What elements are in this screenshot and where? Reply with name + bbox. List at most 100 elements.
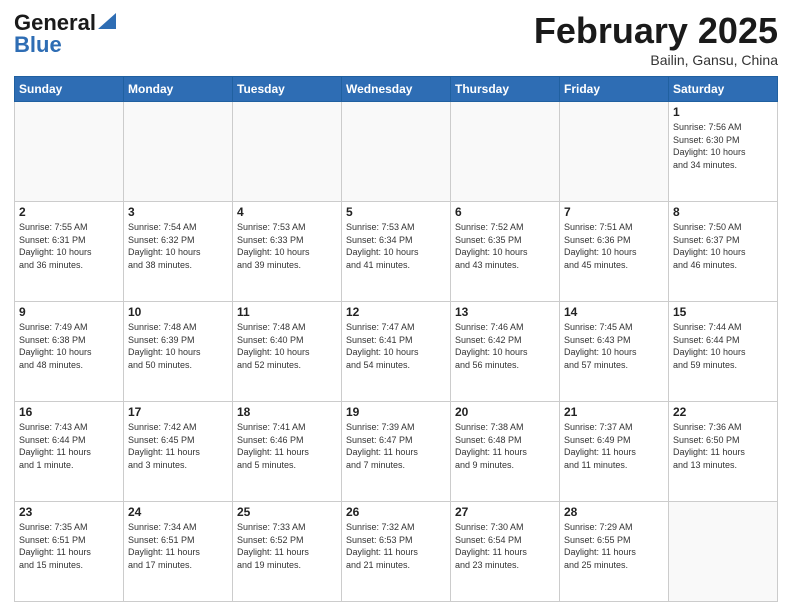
calendar-cell: 8Sunrise: 7:50 AM Sunset: 6:37 PM Daylig… xyxy=(669,202,778,302)
col-header-wednesday: Wednesday xyxy=(342,77,451,102)
day-number: 22 xyxy=(673,405,773,419)
day-number: 17 xyxy=(128,405,228,419)
day-number: 25 xyxy=(237,505,337,519)
day-number: 26 xyxy=(346,505,446,519)
calendar-cell: 12Sunrise: 7:47 AM Sunset: 6:41 PM Dayli… xyxy=(342,302,451,402)
col-header-saturday: Saturday xyxy=(669,77,778,102)
day-info: Sunrise: 7:44 AM Sunset: 6:44 PM Dayligh… xyxy=(673,321,773,371)
calendar-cell: 10 Sunrise: 7:48 AM Sunset: 6:39 PM Dayli… xyxy=(124,302,233,402)
day-info: Sunrise: 7:29 AM Sunset: 6:55 PM Dayligh… xyxy=(564,521,664,571)
day-info: Sunrise: 7:30 AM Sunset: 6:54 PM Dayligh… xyxy=(455,521,555,571)
logo-blue: Blue xyxy=(14,32,62,58)
col-header-thursday: Thursday xyxy=(451,77,560,102)
logo-icon xyxy=(98,13,116,29)
calendar-cell xyxy=(342,102,451,202)
calendar-cell: 17 Sunrise: 7:42 AM Sunset: 6:45 PM Dayli… xyxy=(124,402,233,502)
calendar-cell: 24 Sunrise: 7:34 AM Sunset: 6:51 PM Dayli… xyxy=(124,502,233,602)
calendar-cell: 11Sunrise: 7:48 AM Sunset: 6:40 PM Dayli… xyxy=(233,302,342,402)
day-info: Sunrise: 7:35 AM Sunset: 6:51 PM Dayligh… xyxy=(19,521,119,571)
day-number: 21 xyxy=(564,405,664,419)
day-number: 19 xyxy=(346,405,446,419)
calendar-cell: 13 Sunrise: 7:46 AM Sunset: 6:42 PM Dayli… xyxy=(451,302,560,402)
calendar-week-4: 16 Sunrise: 7:43 AM Sunset: 6:44 PM Dayli… xyxy=(15,402,778,502)
day-info: Sunrise: 7:32 AM Sunset: 6:53 PM Dayligh… xyxy=(346,521,446,571)
day-info: Sunrise: 7:47 AM Sunset: 6:41 PM Dayligh… xyxy=(346,321,446,371)
calendar-cell: 1 Sunrise: 7:56 AM Sunset: 6:30 PM Daylig… xyxy=(669,102,778,202)
calendar-cell: 3Sunrise: 7:54 AM Sunset: 6:32 PM Daylig… xyxy=(124,202,233,302)
month-title: February 2025 xyxy=(534,10,778,52)
day-info: Sunrise: 7:37 AM Sunset: 6:49 PM Dayligh… xyxy=(564,421,664,471)
day-info: Sunrise: 7:55 AM Sunset: 6:31 PM Dayligh… xyxy=(19,221,119,271)
calendar-table: SundayMondayTuesdayWednesdayThursdayFrid… xyxy=(14,76,778,602)
location: Bailin, Gansu, China xyxy=(534,52,778,68)
day-number: 20 xyxy=(455,405,555,419)
day-number: 7 xyxy=(564,205,664,219)
calendar-cell: 14Sunrise: 7:45 AM Sunset: 6:43 PM Dayli… xyxy=(560,302,669,402)
day-number: 9 xyxy=(19,305,119,319)
day-number: 24 xyxy=(128,505,228,519)
day-info: Sunrise: 7:50 AM Sunset: 6:37 PM Dayligh… xyxy=(673,221,773,271)
calendar-cell: 15 Sunrise: 7:44 AM Sunset: 6:44 PM Dayli… xyxy=(669,302,778,402)
day-info: Sunrise: 7:38 AM Sunset: 6:48 PM Dayligh… xyxy=(455,421,555,471)
calendar-cell: 28 Sunrise: 7:29 AM Sunset: 6:55 PM Dayli… xyxy=(560,502,669,602)
day-number: 23 xyxy=(19,505,119,519)
day-number: 16 xyxy=(19,405,119,419)
col-header-sunday: Sunday xyxy=(15,77,124,102)
day-info: Sunrise: 7:34 AM Sunset: 6:51 PM Dayligh… xyxy=(128,521,228,571)
day-info: Sunrise: 7:53 AM Sunset: 6:34 PM Dayligh… xyxy=(346,221,446,271)
calendar-cell xyxy=(669,502,778,602)
day-number: 4 xyxy=(237,205,337,219)
header: General Blue February 2025 Bailin, Gansu… xyxy=(14,10,778,68)
col-header-monday: Monday xyxy=(124,77,233,102)
calendar-cell: 16 Sunrise: 7:43 AM Sunset: 6:44 PM Dayli… xyxy=(15,402,124,502)
day-info: Sunrise: 7:46 AM Sunset: 6:42 PM Dayligh… xyxy=(455,321,555,371)
calendar-cell: 26 Sunrise: 7:32 AM Sunset: 6:53 PM Dayli… xyxy=(342,502,451,602)
calendar-cell xyxy=(15,102,124,202)
day-info: Sunrise: 7:33 AM Sunset: 6:52 PM Dayligh… xyxy=(237,521,337,571)
calendar-cell: 19 Sunrise: 7:39 AM Sunset: 6:47 PM Dayli… xyxy=(342,402,451,502)
day-number: 15 xyxy=(673,305,773,319)
calendar-cell: 9 Sunrise: 7:49 AM Sunset: 6:38 PM Daylig… xyxy=(15,302,124,402)
day-info: Sunrise: 7:42 AM Sunset: 6:45 PM Dayligh… xyxy=(128,421,228,471)
calendar-cell: 7 Sunrise: 7:51 AM Sunset: 6:36 PM Daylig… xyxy=(560,202,669,302)
day-number: 27 xyxy=(455,505,555,519)
calendar-cell xyxy=(233,102,342,202)
day-info: Sunrise: 7:41 AM Sunset: 6:46 PM Dayligh… xyxy=(237,421,337,471)
day-info: Sunrise: 7:43 AM Sunset: 6:44 PM Dayligh… xyxy=(19,421,119,471)
day-number: 11 xyxy=(237,305,337,319)
calendar-cell: 4 Sunrise: 7:53 AM Sunset: 6:33 PM Daylig… xyxy=(233,202,342,302)
calendar-cell: 2 Sunrise: 7:55 AM Sunset: 6:31 PM Daylig… xyxy=(15,202,124,302)
calendar-cell: 6Sunrise: 7:52 AM Sunset: 6:35 PM Daylig… xyxy=(451,202,560,302)
day-number: 18 xyxy=(237,405,337,419)
day-number: 1 xyxy=(673,105,773,119)
day-info: Sunrise: 7:39 AM Sunset: 6:47 PM Dayligh… xyxy=(346,421,446,471)
day-number: 3 xyxy=(128,205,228,219)
calendar-cell: 18 Sunrise: 7:41 AM Sunset: 6:46 PM Dayli… xyxy=(233,402,342,502)
day-info: Sunrise: 7:51 AM Sunset: 6:36 PM Dayligh… xyxy=(564,221,664,271)
day-info: Sunrise: 7:49 AM Sunset: 6:38 PM Dayligh… xyxy=(19,321,119,371)
calendar-cell: 22 Sunrise: 7:36 AM Sunset: 6:50 PM Dayli… xyxy=(669,402,778,502)
day-number: 14 xyxy=(564,305,664,319)
day-number: 2 xyxy=(19,205,119,219)
title-block: February 2025 Bailin, Gansu, China xyxy=(534,10,778,68)
calendar-cell: 23 Sunrise: 7:35 AM Sunset: 6:51 PM Dayli… xyxy=(15,502,124,602)
calendar-week-1: 1 Sunrise: 7:56 AM Sunset: 6:30 PM Daylig… xyxy=(15,102,778,202)
col-header-tuesday: Tuesday xyxy=(233,77,342,102)
calendar-cell: 27 Sunrise: 7:30 AM Sunset: 6:54 PM Dayli… xyxy=(451,502,560,602)
day-number: 13 xyxy=(455,305,555,319)
day-info: Sunrise: 7:53 AM Sunset: 6:33 PM Dayligh… xyxy=(237,221,337,271)
day-info: Sunrise: 7:36 AM Sunset: 6:50 PM Dayligh… xyxy=(673,421,773,471)
calendar-week-2: 2 Sunrise: 7:55 AM Sunset: 6:31 PM Daylig… xyxy=(15,202,778,302)
calendar-cell: 5Sunrise: 7:53 AM Sunset: 6:34 PM Daylig… xyxy=(342,202,451,302)
logo: General Blue xyxy=(14,10,116,58)
calendar-cell xyxy=(124,102,233,202)
calendar-header-row: SundayMondayTuesdayWednesdayThursdayFrid… xyxy=(15,77,778,102)
col-header-friday: Friday xyxy=(560,77,669,102)
day-info: Sunrise: 7:56 AM Sunset: 6:30 PM Dayligh… xyxy=(673,121,773,171)
calendar-cell xyxy=(560,102,669,202)
day-number: 10 xyxy=(128,305,228,319)
calendar-cell: 21 Sunrise: 7:37 AM Sunset: 6:49 PM Dayli… xyxy=(560,402,669,502)
day-number: 28 xyxy=(564,505,664,519)
calendar-cell: 20 Sunrise: 7:38 AM Sunset: 6:48 PM Dayli… xyxy=(451,402,560,502)
day-info: Sunrise: 7:48 AM Sunset: 6:39 PM Dayligh… xyxy=(128,321,228,371)
